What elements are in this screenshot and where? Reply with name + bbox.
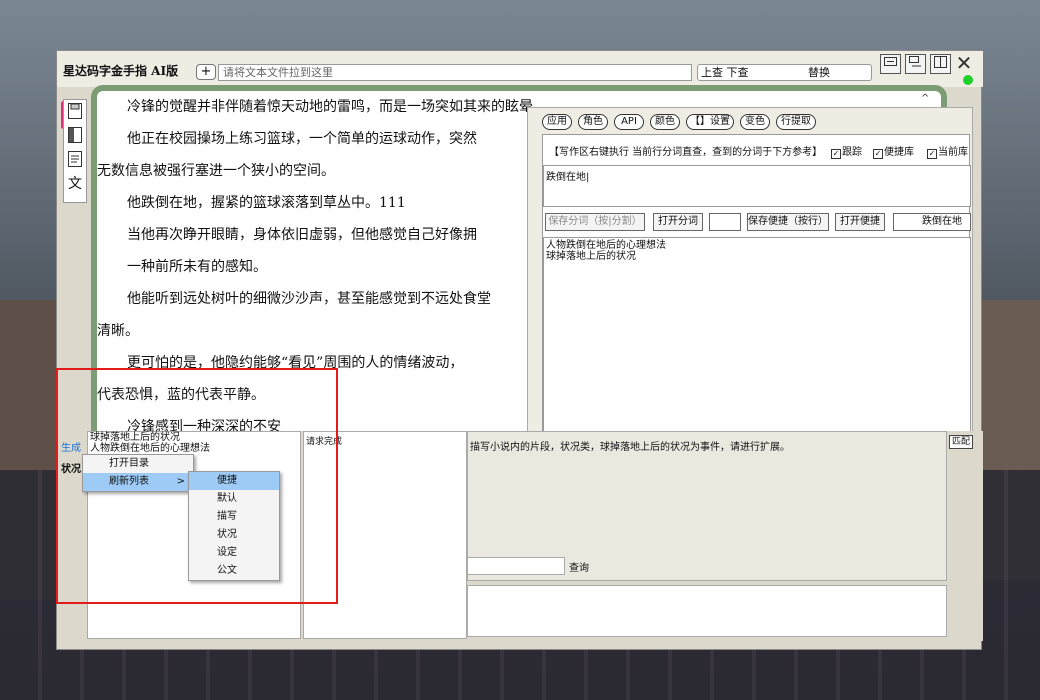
save-note-button[interactable]: 保存便捷（按行） (747, 213, 829, 231)
checkbox-track[interactable]: ✓ 跟踪 (831, 143, 862, 159)
checkbox-quick-lib[interactable]: ✓ 便捷库 (873, 143, 914, 159)
open-note-button[interactable]: 打开便捷 (835, 213, 885, 231)
tab-api[interactable]: API (614, 114, 644, 130)
document-icon[interactable] (66, 150, 84, 170)
list-item[interactable]: 人物跌倒在地后的心理想法 (546, 240, 968, 251)
close-icon[interactable]: ✕ (954, 53, 974, 75)
editor-paragraph: 冷锋的觉醒并非伴随着惊天动地的雷鸣，而是一场突如其来的眩晕。 (127, 99, 547, 115)
query-input[interactable] (467, 557, 565, 575)
current-word-field[interactable]: 跌倒在地 (893, 213, 971, 231)
tab-settings[interactable]: 【】设置 (686, 114, 734, 130)
editor-paragraph: 无数信息被强行塞进一个狭小的空间。 (97, 163, 335, 179)
app-title: 星达码字金手指 AI版 (63, 64, 179, 78)
replace-button[interactable]: 替换 (808, 65, 830, 80)
restore-icon[interactable] (905, 54, 926, 74)
list-item[interactable]: 球掉落地上后的状况 (546, 251, 968, 262)
match-button[interactable]: 匹配 (949, 435, 973, 449)
left-toolbar: 文 (63, 99, 87, 203)
editor-paragraph: 当他再次睁开眼睛，身体依旧虚弱，但他感觉自己好像拥 (127, 227, 477, 243)
editor-paragraph: 一种前所未有的感知。 (127, 259, 267, 275)
panel-icon[interactable] (66, 126, 84, 146)
editor-paragraph: 他跌倒在地，握紧的篮球滚落到草丛中。111 (127, 195, 406, 211)
minimize-icon[interactable] (880, 54, 901, 74)
tab-role[interactable]: 角色 (578, 114, 608, 130)
annotation-highlight-box (56, 368, 338, 604)
split-word-input[interactable]: 跌倒在地| (543, 165, 971, 207)
text-icon[interactable]: 文 (66, 174, 84, 194)
result-output[interactable] (467, 585, 947, 637)
tab-change-color[interactable]: 变色 (740, 114, 770, 130)
open-split-button[interactable]: 打开分词 (653, 213, 703, 231)
hint-text: 【写作区右键执行 当前行分词直查，查到的分词于下方参考】 (549, 147, 823, 158)
save-icon[interactable] (66, 102, 84, 122)
editor-paragraph: 他能听到远处树叶的细微沙沙声，甚至能感觉到不远处食堂 (127, 291, 491, 307)
query-button[interactable]: 查询 (569, 559, 589, 574)
add-file-button[interactable]: + (196, 64, 216, 80)
search-up-down-label[interactable]: 上查 下查 (701, 65, 749, 80)
tab-line-extract[interactable]: 行提取 (776, 114, 816, 130)
split-value-input[interactable] (709, 213, 741, 231)
file-drop-input[interactable]: 请将文本文件拉到这里 (218, 64, 692, 81)
editor-paragraph: 他正在校园操场上练习篮球，一个简单的运球动作，突然 (127, 131, 477, 147)
title-bar: 星达码字金手指 AI版 + 请将文本文件拉到这里 上查 下查 替换 ✕ (57, 51, 983, 87)
editor-paragraph: 清晰。 (97, 323, 139, 339)
status-indicator (963, 75, 973, 85)
search-field[interactable]: 上查 下查 替换 (697, 64, 872, 81)
reference-panel: 应用 角色 API 颜色 【】设置 变色 行提取 【写作区右键执行 当前行分词直… (527, 107, 973, 489)
tab-apply[interactable]: 应用 (542, 114, 572, 130)
save-split-button[interactable]: 保存分词（按|分割） (545, 213, 645, 231)
maximize-icon[interactable] (930, 54, 951, 74)
tab-color[interactable]: 颜色 (650, 114, 680, 130)
checkbox-current-lib[interactable]: ✓ 当前库 (927, 143, 968, 159)
scroll-up-icon[interactable]: ^ (921, 93, 929, 104)
